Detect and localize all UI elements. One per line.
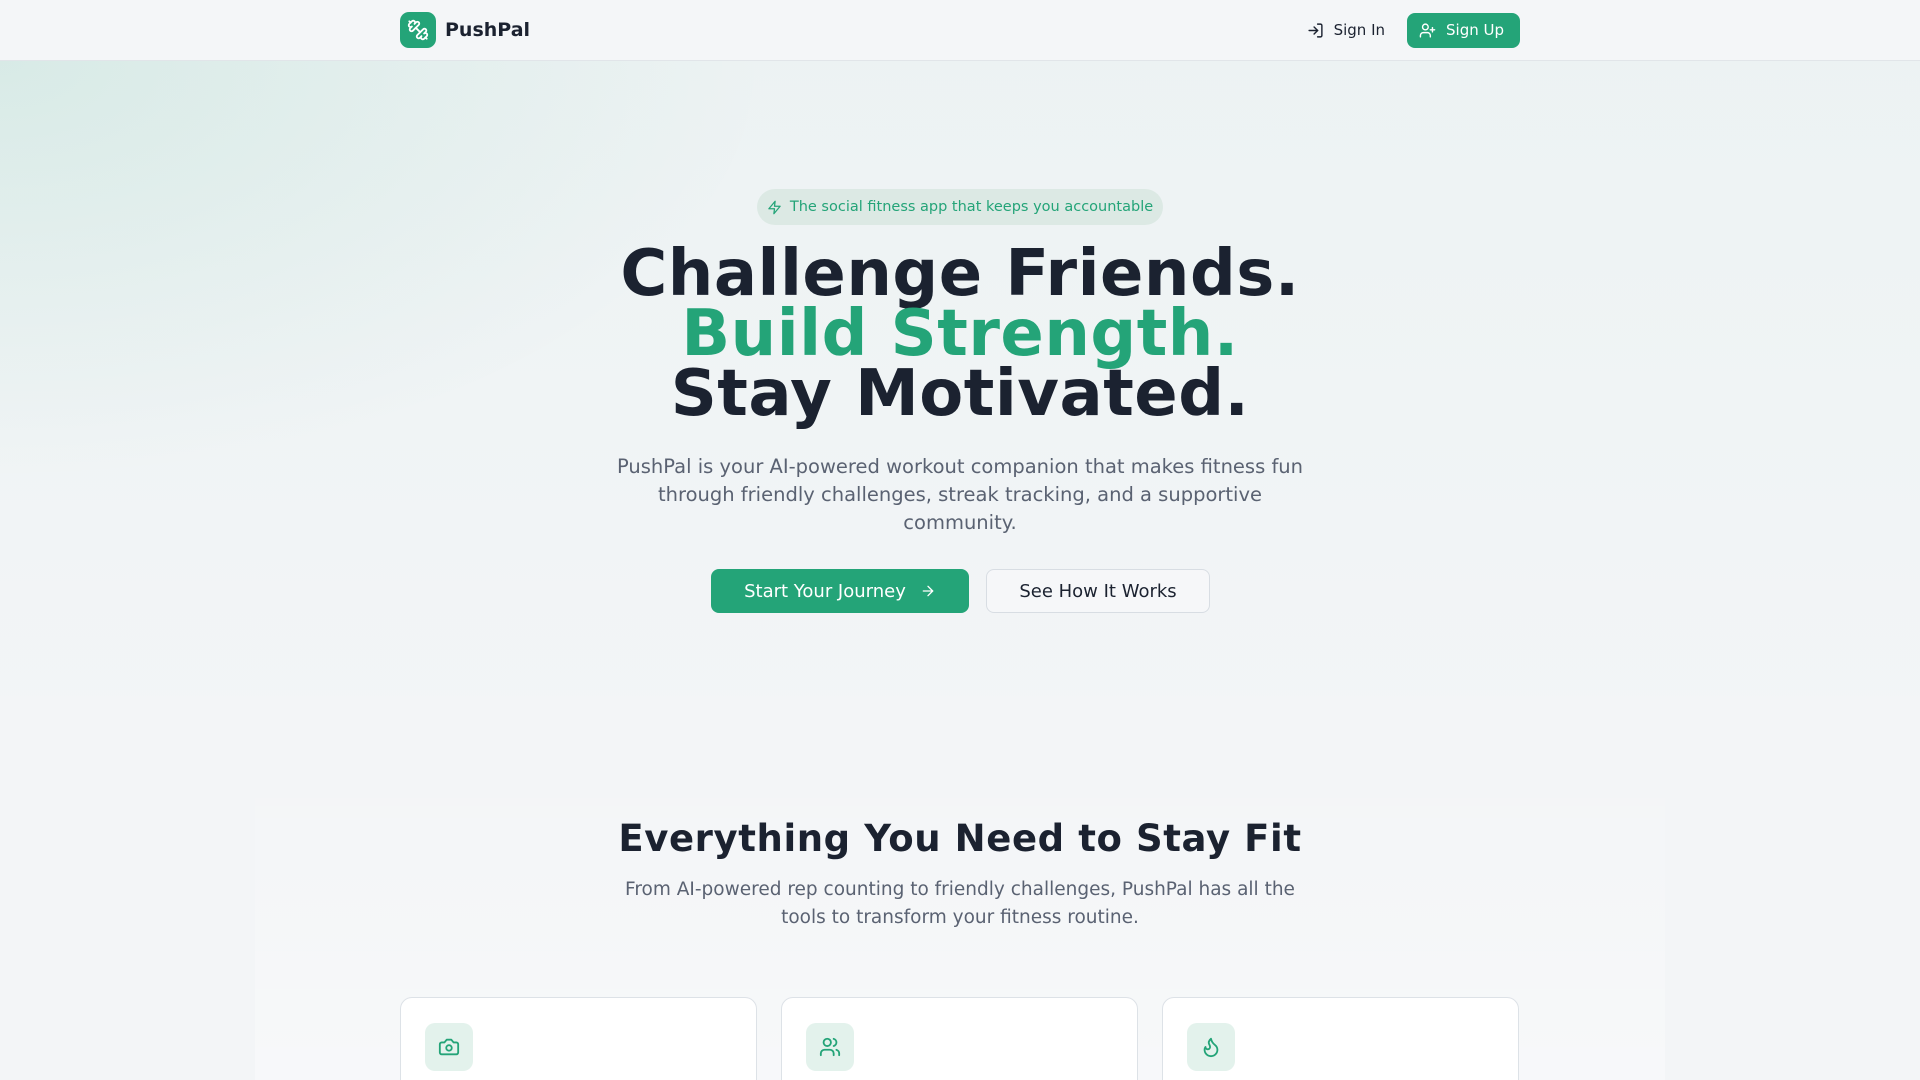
start-journey-button[interactable]: Start Your Journey <box>711 569 969 613</box>
hero-badge: The social fitness app that keeps you ac… <box>757 189 1163 225</box>
feature-card-camera[interactable] <box>400 997 757 1080</box>
top-nav: PushPal Sign In Sign Up <box>0 0 1920 61</box>
feature-card-flame[interactable] <box>1162 997 1519 1080</box>
sign-up-button[interactable]: Sign Up <box>1407 12 1520 48</box>
arrow-right-icon <box>920 583 936 599</box>
hero-cta-row: Start Your Journey See How It Works <box>711 569 1210 613</box>
users-icon <box>806 1023 854 1071</box>
features-subtitle: From AI-powered rep counting to friendly… <box>625 879 1295 928</box>
start-journey-label: Start Your Journey <box>744 580 906 602</box>
user-plus-icon <box>1419 22 1436 39</box>
top-nav-inner: PushPal Sign In Sign Up <box>400 12 1520 48</box>
headline-line-1: Challenge Friends. <box>620 237 1300 311</box>
log-in-icon <box>1307 22 1324 39</box>
headline-line-3: Stay Motivated. <box>670 357 1250 431</box>
brand[interactable]: PushPal <box>400 12 530 48</box>
zap-icon <box>767 200 782 215</box>
camera-icon <box>425 1023 473 1071</box>
sign-up-label: Sign Up <box>1446 21 1504 39</box>
hero-badge-text: The social fitness app that keeps you ac… <box>789 199 1154 215</box>
see-how-it-works-button[interactable]: See How It Works <box>986 569 1210 613</box>
feature-cards <box>400 997 1520 1080</box>
header-actions: Sign In Sign Up <box>1305 12 1520 48</box>
features-title: Everything You Need to Stay Fit <box>618 817 1302 860</box>
feature-card-users[interactable] <box>781 997 1138 1080</box>
sign-in-button[interactable]: Sign In <box>1305 21 1387 39</box>
headline-line-2: Build Strength. <box>681 297 1239 371</box>
brand-name: PushPal <box>445 19 531 41</box>
flame-icon <box>1187 1023 1235 1071</box>
sign-in-label: Sign In <box>1333 21 1385 39</box>
hero-headline: Challenge Friends. Build Strength. Stay … <box>360 237 1560 431</box>
dumbbell-logo-icon <box>400 12 436 48</box>
hero-subtitle: PushPal is your AI-powered workout compa… <box>616 455 1304 534</box>
see-how-it-works-label: See How It Works <box>1019 580 1177 602</box>
